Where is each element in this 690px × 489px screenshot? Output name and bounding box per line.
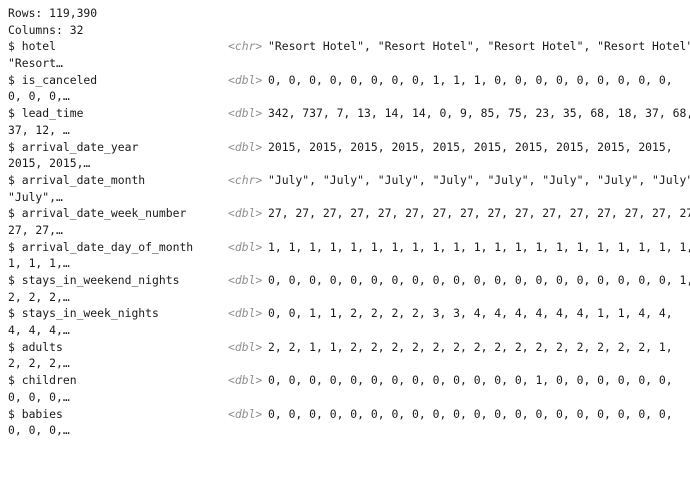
- variable-name: $ stays_in_week_nights: [8, 306, 159, 321]
- variable-values: 2, 2, 1, 1, 2, 2, 2, 2, 2, 2, 2, 2, 2, 2…: [268, 339, 673, 354]
- variable-type: <dbl>: [228, 373, 263, 388]
- variable-type: <dbl>: [228, 72, 263, 87]
- variable-type: <dbl>: [228, 206, 263, 221]
- console-output: Rows: 119,390 Columns: 32 $ hotel <chr> …: [0, 0, 690, 440]
- variable-type: <dbl>: [228, 273, 263, 287]
- variable-values: 0, 0, 0, 0, 0, 0, 0, 0, 1, 1, 1, 0, 0, 0…: [268, 72, 673, 87]
- variable-values: 2015, 2015, 2015, 2015, 2015, 2015, 2015…: [268, 139, 673, 154]
- rows-count: Rows: 119,390: [8, 6, 98, 20]
- variable-type: <dbl>: [228, 239, 263, 254]
- variable-values-continued: 1, 1, 1,…: [8, 256, 70, 271]
- variable-values: 0, 0, 0, 0, 0, 0, 0, 0, 0, 0, 0, 0, 0, 1…: [268, 373, 673, 388]
- variable-values-continued: 0, 0, 0,…: [8, 389, 70, 404]
- variable-values: 1, 1, 1, 1, 1, 1, 1, 1, 1, 1, 1, 1, 1, 1…: [268, 239, 690, 254]
- variable-values: 0, 0, 0, 0, 0, 0, 0, 0, 0, 0, 0, 0, 0, 0…: [268, 273, 690, 287]
- variable-row: $ babies <dbl> 0, 0, 0, 0, 0, 0, 0, 0, 0…: [8, 406, 690, 439]
- variable-row: $ arrival_date_week_number <dbl> 27, 27,…: [8, 205, 690, 238]
- variable-row: $ lead_time <dbl> 342, 737, 7, 13, 14, 1…: [8, 105, 690, 138]
- variable-values-continued: 4, 4, 4,…: [8, 323, 70, 338]
- variable-values-continued: "July",…: [8, 189, 63, 204]
- variable-values-continued: 2, 2, 2,…: [8, 356, 70, 371]
- variable-name: $ children: [8, 373, 77, 388]
- variable-values: 27, 27, 27, 27, 27, 27, 27, 27, 27, 27, …: [268, 206, 690, 221]
- variable-type: <chr>: [228, 39, 263, 54]
- variable-values: 0, 0, 1, 1, 2, 2, 2, 2, 3, 3, 4, 4, 4, 4…: [268, 306, 673, 321]
- variable-row: $ hotel <chr> "Resort Hotel", "Resort Ho…: [8, 38, 690, 71]
- variable-name: $ is_canceled: [8, 72, 98, 87]
- variable-values-continued: 0, 0, 0,…: [8, 423, 70, 438]
- variable-row: $ arrival_date_month <chr> "July", "July…: [8, 172, 690, 205]
- variable-values: "July", "July", "July", "July", "July", …: [268, 172, 690, 187]
- variable-row: $ arrival_date_day_of_month <dbl> 1, 1, …: [8, 239, 690, 272]
- variable-type: <dbl>: [228, 106, 263, 121]
- variable-row: $ stays_in_weekend_nights <dbl> 0, 0, 0,…: [8, 272, 690, 305]
- variable-type: <chr>: [228, 172, 263, 187]
- variable-row: $ adults <dbl> 2, 2, 1, 1, 2, 2, 2, 2, 2…: [8, 339, 690, 372]
- variable-type: <dbl>: [228, 406, 263, 421]
- variable-type: <dbl>: [228, 339, 263, 354]
- variable-row: $ children <dbl> 0, 0, 0, 0, 0, 0, 0, 0,…: [8, 372, 690, 405]
- variable-name: $ arrival_date_year: [8, 139, 139, 154]
- variable-row: $ stays_in_week_nights <dbl> 0, 0, 1, 1,…: [8, 305, 690, 338]
- columns-count: Columns: 32: [8, 22, 84, 37]
- variable-name: $ adults: [8, 339, 63, 354]
- variable-type: <dbl>: [228, 306, 263, 321]
- variable-values-continued: 27, 27,…: [8, 222, 63, 237]
- variable-name: $ lead_time: [8, 106, 84, 121]
- variable-values-continued: 37, 12, …: [8, 122, 70, 137]
- variable-name: $ arrival_date_week_number: [8, 206, 187, 221]
- variable-name: $ arrival_date_day_of_month: [8, 239, 194, 254]
- variable-values: "Resort Hotel", "Resort Hotel", "Resort …: [268, 39, 690, 54]
- variable-name: $ hotel: [8, 39, 57, 54]
- variable-name: $ arrival_date_month: [8, 172, 146, 187]
- variable-values-continued: 0, 0, 0,…: [8, 89, 70, 104]
- variable-type: <dbl>: [228, 139, 263, 154]
- variable-row: $ arrival_date_year <dbl> 2015, 2015, 20…: [8, 139, 690, 172]
- variable-values: 342, 737, 7, 13, 14, 14, 0, 9, 85, 75, 2…: [268, 106, 690, 121]
- variable-values-continued: 2015, 2015,…: [8, 156, 91, 171]
- variable-values-continued: 2, 2, 2,…: [8, 289, 70, 304]
- variable-values-continued: "Resort…: [8, 56, 63, 71]
- variable-name: $ stays_in_weekend_nights: [8, 273, 180, 287]
- variable-name: $ babies: [8, 406, 63, 421]
- variable-row: $ is_canceled <dbl> 0, 0, 0, 0, 0, 0, 0,…: [8, 72, 690, 105]
- variable-values: 0, 0, 0, 0, 0, 0, 0, 0, 0, 0, 0, 0, 0, 0…: [268, 406, 673, 421]
